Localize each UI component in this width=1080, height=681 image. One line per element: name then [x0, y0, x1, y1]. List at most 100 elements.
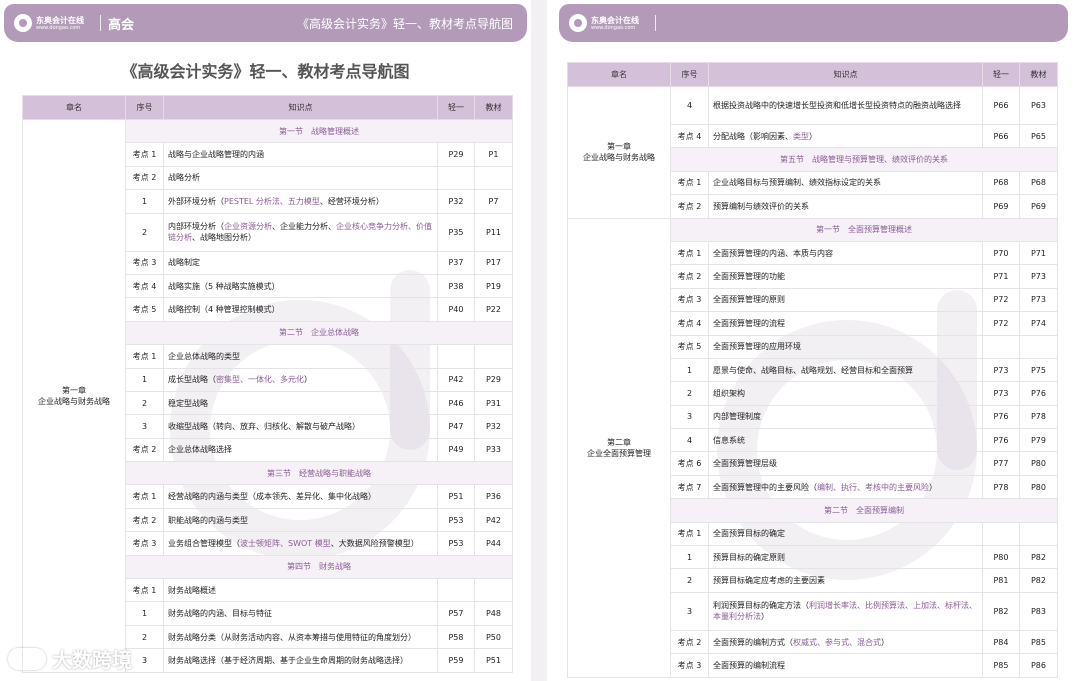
knowledge-point: 战略与企业战略管理的内涵	[163, 142, 438, 167]
textbook-page: P73	[1019, 264, 1058, 289]
item-number: 考点 7	[670, 474, 709, 500]
qingyi-page: P57	[437, 601, 475, 626]
item-number: 3	[125, 414, 164, 439]
qingyi-page: P73	[982, 357, 1020, 383]
knowledge-point: 预算目标的确定原则	[708, 545, 983, 570]
textbook-page: P71	[1019, 240, 1058, 266]
item-number: 2	[670, 568, 709, 593]
logo-url: www.dongao.com	[591, 24, 636, 31]
textbook-page: P44	[474, 531, 513, 556]
highlight-term: 编制、执行、考核中的主要风险	[817, 482, 929, 492]
textbook-page: P75	[1019, 357, 1058, 383]
item-number: 考点 4	[670, 123, 709, 149]
qingyi-page	[982, 521, 1020, 547]
textbook-page: P79	[1019, 428, 1058, 453]
highlight-term: 权威式、参与式、混合式	[793, 637, 881, 647]
knowledge-point: 财务战略选择（基于经济周期、基于企业生命周期的财务战略选择）	[163, 648, 438, 673]
qingyi-page: P40	[437, 297, 475, 322]
textbook-page: P7	[474, 189, 513, 214]
knowledge-point: 全面预算管理的内涵、本质与内容	[708, 240, 983, 266]
textbook-page	[474, 344, 513, 369]
textbook-page	[474, 165, 513, 191]
textbook-page	[1019, 521, 1058, 547]
corner-watermark: 大数跨境	[8, 644, 132, 673]
knowledge-point: 职能战略的内涵与类型	[163, 507, 438, 533]
item-number: 考点 4	[670, 311, 709, 336]
textbook-page: P73	[1019, 287, 1058, 313]
point-text: 组织架构	[713, 388, 745, 398]
brand-logo: 东奥会计在线 www.dongao.com	[10, 9, 92, 37]
knowledge-point: 利润预算目标的确定方法（利润增长率法、比例预算法、上加法、标杆法、本量利分析法）	[708, 591, 983, 631]
point-text: 成长型战略（	[168, 375, 216, 385]
section-title: 第二节 企业总体战略	[125, 320, 513, 346]
header-divider	[100, 15, 101, 31]
point-text: 全面预算管理中的主要风险（	[713, 482, 817, 492]
qingyi-page: P77	[982, 451, 1020, 476]
item-number: 考点 1	[125, 142, 164, 167]
point-text: 全面预算管理的内涵、本质与内容	[713, 248, 833, 258]
point-text: 信息系统	[713, 435, 745, 445]
table-body: 第一章 企业战略与财务战略 4 根据投资战略中的快速增长型投资和低增长型投资特点的融资…	[567, 86, 1058, 678]
knowledge-point: 预算编制与绩效评价的关系	[708, 194, 983, 219]
qingyi-page: P78	[982, 474, 1020, 500]
textbook-page: P51	[474, 648, 513, 673]
column-header: 知识点	[708, 62, 983, 87]
textbook-page: P85	[1019, 629, 1058, 655]
highlight-term: 类型	[793, 131, 809, 141]
chapter-name: 企业战略与财务战略	[38, 396, 110, 406]
point-text: 财务战略分类（从财务活动内容、从资本筹措与使用特征的角度划分）	[168, 632, 416, 642]
point-text: 全面预算的编制流程	[713, 660, 785, 670]
item-number: 考点 1	[670, 240, 709, 266]
textbook-page: P82	[1019, 545, 1058, 570]
qingyi-page: P47	[437, 414, 475, 439]
knowledge-point: 收缩型战略（转向、放弃、归核化、解散与破产战略）	[163, 414, 438, 439]
point-text: 全面预算管理的原则	[713, 295, 785, 305]
section-title: 第一节 战略管理概述	[125, 118, 513, 144]
qingyi-page: P59	[437, 648, 475, 673]
knowledge-point: 愿景与使命、战略目标、战略规划、经营目标和全面预算	[708, 357, 983, 383]
qingyi-page: P70	[982, 240, 1020, 266]
chapter-name: 第一章	[607, 142, 631, 152]
right-page: 东奥会计在线 www.dongao.com 章名 序号 知识点 轻一 教材 第一章 企业战…	[547, 0, 1080, 681]
highlight-term: PESTEL 分析法、五力模型	[224, 196, 320, 206]
knowledge-table: 章名 序号 知识点 轻一 教材 第一章 企业战略与财务战略 第一节 战略管理概述 考点 1 战略…	[22, 95, 513, 673]
item-number: 考点 2	[670, 629, 709, 655]
point-text: 财务战略选择（基于经济周期、基于企业生命周期的财务战略选择）	[168, 655, 408, 665]
qingyi-page	[437, 165, 475, 191]
qingyi-page: P85	[982, 653, 1020, 678]
point-text: 职能战略的内涵与类型	[168, 515, 248, 525]
point-text: 企业战略目标与预算编制、绩效指标设定的关系	[713, 178, 881, 188]
qingyi-page: P35	[437, 212, 475, 252]
point-text: 愿景与使命、战略目标、战略规划、经营目标和全面预算	[713, 365, 913, 375]
item-number: 2	[125, 390, 164, 416]
point-text: 预算编制与绩效评价的关系	[713, 201, 809, 211]
knowledge-point: 战略制定	[163, 250, 438, 275]
qingyi-page: P37	[437, 250, 475, 275]
item-number: 考点 5	[125, 297, 164, 322]
section-title: 第一节 全面预算管理概述	[670, 217, 1058, 242]
knowledge-point: 经营战略的内涵与类型（成本领先、差异化、集中化战略）	[163, 484, 438, 509]
knowledge-table: 章名 序号 知识点 轻一 教材 第一章 企业战略与财务战略 4 根据投资战略中的快速增长型投资…	[567, 62, 1058, 678]
qingyi-page: P76	[982, 428, 1020, 453]
chapter-cell: 第二章 企业全面预算管理	[567, 217, 671, 678]
item-number: 2	[125, 212, 164, 252]
knowledge-point: 财务战略概述	[163, 578, 438, 603]
qingyi-page: P69	[982, 194, 1020, 219]
point-text: ）	[881, 637, 889, 647]
knowledge-point: 战略分析	[163, 165, 438, 191]
textbook-page: P32	[474, 414, 513, 439]
item-number: 3	[670, 404, 709, 430]
column-header: 轻一	[982, 62, 1020, 87]
qingyi-page: P42	[437, 367, 475, 392]
qingyi-page: P80	[982, 545, 1020, 570]
highlight-term: 企业资源分析	[224, 222, 272, 232]
textbook-page: P76	[1019, 381, 1058, 406]
qingyi-page: P82	[982, 591, 1020, 631]
item-number: 1	[125, 189, 164, 214]
item-number: 考点 3	[125, 250, 164, 275]
qingyi-page	[982, 334, 1020, 359]
textbook-page: P80	[1019, 474, 1058, 500]
qingyi-page: P53	[437, 531, 475, 556]
column-header: 序号	[670, 62, 709, 87]
chapter-name: 企业战略与财务战略	[583, 153, 655, 163]
